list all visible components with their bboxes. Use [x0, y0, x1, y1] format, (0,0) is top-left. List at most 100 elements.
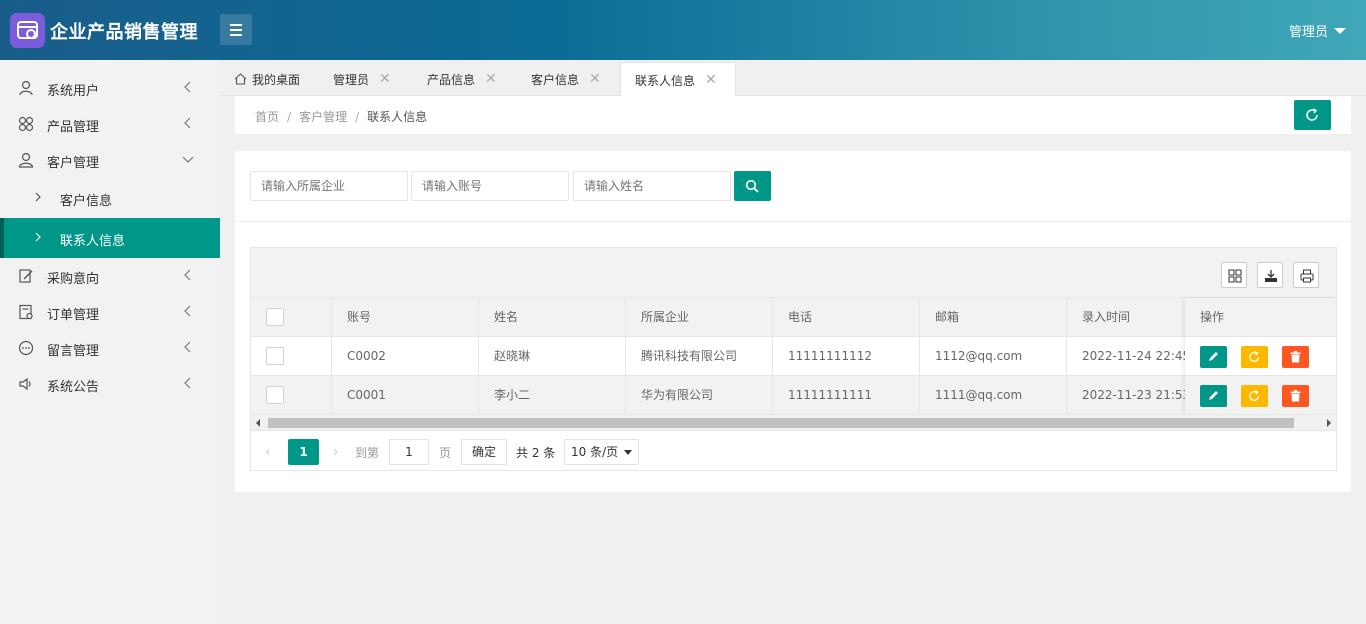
customer-icon [18, 152, 34, 168]
sidebar-item-label: 系统公告 [47, 380, 100, 395]
breadcrumb-home[interactable]: 首页 [255, 110, 279, 124]
breadcrumb: 首页 / 客户管理 / 联系人信息 [255, 110, 428, 124]
sidebar-item-label: 联系人信息 [60, 234, 126, 249]
sidebar-item-system-users[interactable]: 系统用户 [0, 70, 220, 106]
app-logo [10, 13, 45, 48]
chevron-right-icon [35, 192, 41, 202]
goto-confirm-button[interactable]: 确定 [461, 439, 507, 465]
delete-button[interactable] [1282, 346, 1309, 368]
search-button[interactable] [734, 171, 771, 201]
trash-icon [1290, 390, 1301, 402]
chevron-left-icon [184, 81, 191, 93]
export-icon [1265, 270, 1277, 282]
row-actions [1185, 376, 1336, 415]
reset-button[interactable] [1241, 346, 1268, 368]
edit-button[interactable] [1200, 385, 1227, 407]
close-icon[interactable]: ✕ [485, 71, 497, 87]
chevron-down-icon [624, 450, 632, 455]
tab-customer-info[interactable]: 客户信息 ✕ [531, 62, 601, 96]
home-icon [234, 73, 247, 85]
cell-time: 2022-11-23 21:53:3 [1082, 388, 1187, 402]
prev-page-icon[interactable]: ‹ [265, 444, 271, 460]
user-menu[interactable]: 管理员 [1289, 21, 1346, 40]
tab-label: 产品信息 [427, 72, 476, 87]
cell-name: 李小二 [479, 376, 626, 414]
delete-button[interactable] [1282, 385, 1309, 407]
next-page-icon[interactable]: › [333, 444, 339, 460]
column-header[interactable]: 录入时间 [1067, 298, 1187, 336]
sidebar-item-customer-info[interactable]: 客户信息 [0, 178, 220, 218]
clover-icon [18, 116, 34, 132]
scroll-right-icon[interactable] [1327, 419, 1331, 427]
close-icon[interactable]: ✕ [705, 72, 717, 88]
breadcrumb-current: 联系人信息 [367, 110, 428, 124]
column-header[interactable]: 姓名 [479, 298, 626, 336]
tab-my-desktop[interactable]: 我的桌面 [234, 62, 300, 96]
chevron-down-icon [182, 156, 194, 163]
tab-product-info[interactable]: 产品信息 ✕ [427, 62, 497, 96]
horizontal-scrollbar[interactable] [251, 415, 1336, 431]
cell-time: 2022-11-24 22:45:4 [1082, 349, 1187, 363]
table-row[interactable]: C0002 赵晓琳 腾讯科技有限公司 11111111112 1112@qq.c… [251, 337, 1336, 376]
sidebar-item-label: 订单管理 [47, 308, 100, 323]
content-card: 账号 姓名 所属企业 电话 邮箱 录入时间 C0002 赵晓琳 腾讯科技有限公司… [235, 151, 1351, 492]
data-table: 账号 姓名 所属企业 电话 邮箱 录入时间 C0002 赵晓琳 腾讯科技有限公司… [250, 247, 1337, 471]
sidebar-item-announcements[interactable]: 系统公告 [0, 366, 220, 402]
cell-email: 1112@qq.com [920, 337, 1067, 375]
edit-doc-icon [19, 269, 33, 283]
sidebar-item-products[interactable]: 产品管理 [0, 106, 220, 142]
sidebar-item-label: 采购意向 [47, 272, 100, 287]
cell-phone: 11111111111 [773, 376, 920, 414]
tab-label: 管理员 [333, 72, 370, 87]
scroll-left-icon[interactable] [256, 419, 260, 427]
pagination: ‹ 1 › 到第 1 页 确定 共 2 条 10 条/页 [251, 432, 1336, 470]
chevron-left-icon [184, 377, 191, 389]
sidebar-item-contacts[interactable]: 联系人信息 [0, 218, 220, 258]
column-header[interactable]: 账号 [332, 298, 479, 336]
select-all-checkbox[interactable] [266, 308, 284, 326]
scrollbar-thumb[interactable] [268, 418, 1294, 428]
sidebar-item-purchase-intent[interactable]: 采购意向 [0, 258, 220, 294]
close-icon[interactable]: ✕ [379, 71, 391, 87]
row-checkbox[interactable] [266, 386, 284, 404]
close-icon[interactable]: ✕ [589, 71, 601, 87]
print-icon [1300, 269, 1314, 283]
account-search-input[interactable] [411, 171, 569, 201]
tab-label: 联系人信息 [635, 73, 696, 88]
menu-toggle-button[interactable] [220, 14, 252, 45]
breadcrumb-customer-mgmt[interactable]: 客户管理 [299, 110, 347, 124]
message-icon [18, 340, 34, 356]
chevron-left-icon [184, 341, 191, 353]
sidebar-item-label: 系统用户 [47, 84, 100, 99]
sidebar-item-messages[interactable]: 留言管理 [0, 330, 220, 366]
column-header[interactable]: 电话 [773, 298, 920, 336]
page-size-value: 10 条/页 [571, 445, 619, 459]
sidebar-item-label: 客户信息 [60, 194, 113, 209]
print-button[interactable] [1293, 262, 1319, 288]
search-icon [745, 179, 759, 193]
company-search-input[interactable] [250, 171, 408, 201]
edit-button[interactable] [1200, 346, 1227, 368]
table-row[interactable]: C0001 李小二 华为有限公司 11111111111 1111@qq.com… [251, 376, 1336, 415]
export-button[interactable] [1257, 262, 1283, 288]
column-header[interactable]: 邮箱 [920, 298, 1067, 336]
page-size-select[interactable]: 10 条/页 [564, 439, 639, 465]
sidebar-item-orders[interactable]: 订单管理 [0, 294, 220, 330]
row-actions [1185, 337, 1336, 376]
tab-contacts[interactable]: 联系人信息 ✕ [620, 62, 736, 97]
current-page[interactable]: 1 [288, 439, 319, 465]
column-header[interactable]: 所属企业 [626, 298, 773, 336]
refresh-button[interactable] [1294, 100, 1331, 130]
columns-filter-button[interactable] [1221, 262, 1247, 288]
goto-page-input[interactable]: 1 [389, 439, 429, 465]
speaker-icon [19, 377, 31, 391]
row-checkbox[interactable] [266, 347, 284, 365]
name-search-input[interactable] [573, 171, 731, 201]
table-toolbar [251, 248, 1336, 298]
columns-icon [1228, 269, 1242, 283]
tab-admin[interactable]: 管理员 ✕ [333, 62, 391, 96]
sidebar-item-customers[interactable]: 客户管理 [0, 142, 220, 178]
reset-button[interactable] [1241, 385, 1268, 407]
user-name: 管理员 [1288, 25, 1328, 40]
sidebar-item-label: 产品管理 [47, 120, 100, 135]
